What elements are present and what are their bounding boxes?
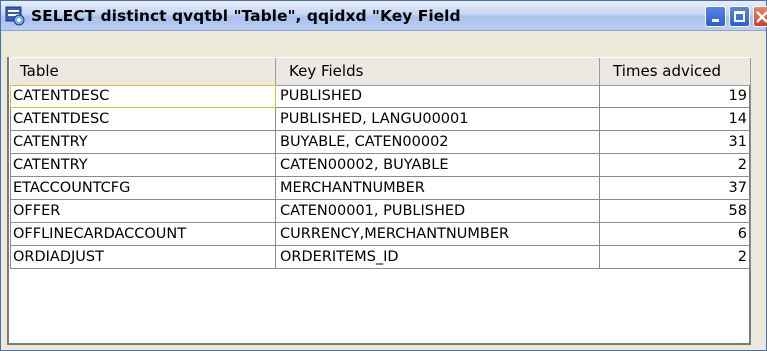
table-cell[interactable]: 2 [600,246,751,269]
table-row[interactable]: CATENTRY BUYABLE, CATEN00002 31 [10,131,751,154]
table-cell[interactable]: 6 [600,223,751,246]
table-cell[interactable]: 2 [600,154,751,177]
maximize-icon [734,11,745,22]
table-row[interactable]: CATENTDESC PUBLISHED 19 [10,85,751,108]
minimize-button[interactable] [705,6,726,27]
table-row[interactable]: ETACCOUNTCFG MERCHANTNUMBER 37 [10,177,751,200]
table-cell[interactable]: BUYABLE, CATEN00002 [276,131,600,154]
database-query-icon [5,6,25,26]
table-cell[interactable]: ORDERITEMS_ID [276,246,600,269]
table-cell[interactable]: 14 [600,108,751,131]
table-cell[interactable]: ETACCOUNTCFG [10,177,276,200]
table-cell[interactable]: CATENTRY [10,131,276,154]
column-header-key-fields[interactable]: Key Fields [276,58,600,86]
table-cell[interactable]: OFFLINECARDACCOUNT [10,223,276,246]
table-row[interactable]: OFFLINECARDACCOUNT CURRENCY,MERCHANTNUMB… [10,223,751,246]
table-cell[interactable]: CATENTDESC [10,108,276,131]
table-row[interactable]: OFFER CATEN00001, PUBLISHED 58 [10,200,751,223]
table-cell[interactable]: 31 [600,131,751,154]
close-icon [756,11,767,23]
table-cell[interactable]: CURRENCY,MERCHANTNUMBER [276,223,600,246]
window-title: SELECT distinct qvqtbl "Table", qqidxd "… [31,7,461,25]
table-cell[interactable]: CATENTRY [10,154,276,177]
query-result-window: SELECT distinct qvqtbl "Table", qqidxd "… [0,0,767,351]
close-button[interactable] [753,6,767,27]
table-row[interactable]: ORDIADJUST ORDERITEMS_ID 2 [10,246,751,269]
table-cell[interactable]: MERCHANTNUMBER [276,177,600,200]
column-header-times-adviced[interactable]: Times adviced [600,58,751,86]
table-row[interactable]: CATENTRY CATEN00002, BUYABLE 2 [10,154,751,177]
minimize-icon [712,19,719,22]
table-cell[interactable]: 37 [600,177,751,200]
table-header: Table Key Fields Times adviced [10,57,751,86]
table-cell[interactable]: PUBLISHED [276,85,600,108]
table-row[interactable]: CATENTDESC PUBLISHED, LANGU00001 14 [10,108,751,131]
table-cell[interactable]: CATENTDESC [10,85,276,108]
maximize-button[interactable] [729,6,750,27]
table-cell[interactable]: CATEN00002, BUYABLE [276,154,600,177]
column-header-table[interactable]: Table [10,58,276,86]
table-cell[interactable]: CATEN00001, PUBLISHED [276,200,600,223]
table-cell[interactable]: PUBLISHED, LANGU00001 [276,108,600,131]
table-body: CATENTDESC PUBLISHED 19 CATENTDESC PUBLI… [10,85,751,269]
table-cell[interactable]: ORDIADJUST [10,246,276,269]
table-cell[interactable]: OFFER [10,200,276,223]
table-cell[interactable]: 58 [600,200,751,223]
table-cell[interactable]: 19 [600,85,751,108]
title-bar[interactable]: SELECT distinct qvqtbl "Table", qqidxd "… [1,1,767,31]
